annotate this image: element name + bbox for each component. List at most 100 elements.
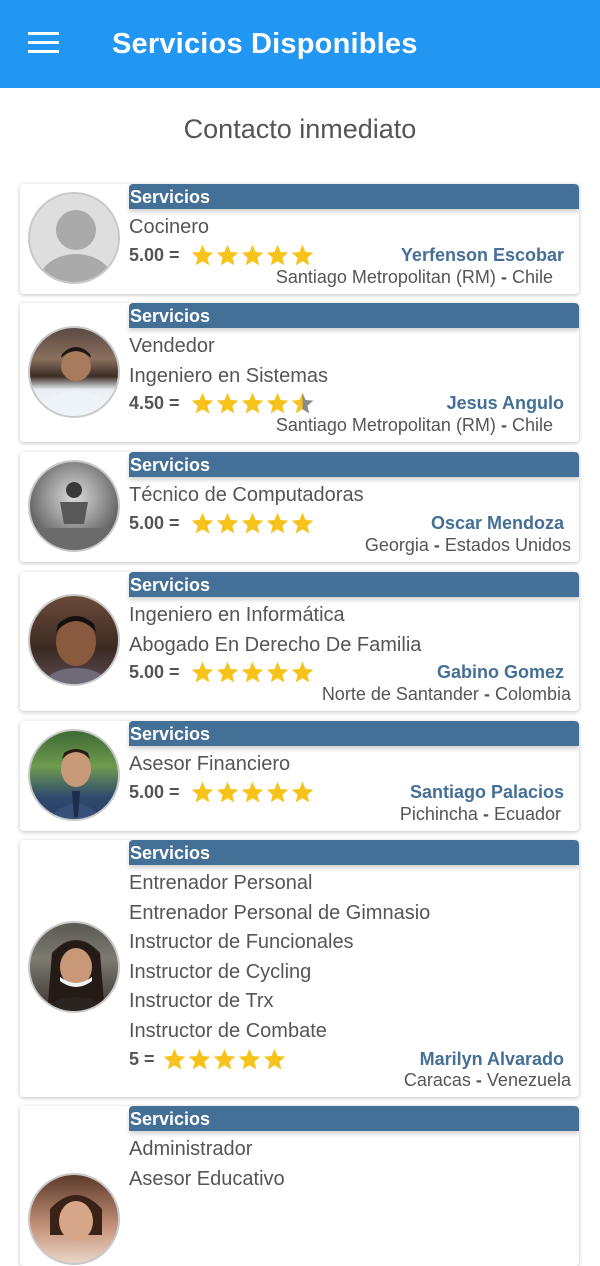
service-item: Instructor de Combate [129,1019,327,1042]
location-country: Chile [511,415,553,435]
provider-name[interactable]: Jesus Angulo [447,393,564,414]
star-icon [216,244,239,265]
provider-card[interactable]: Servicios Ingeniero en Informática Aboga… [20,572,579,711]
provider-avatar [28,326,120,418]
star-icon [191,392,214,414]
services-band: Servicios [129,572,579,597]
star-rating [190,243,315,268]
service-item: Instructor de Cycling [129,960,312,983]
star-icon [191,512,214,533]
location-region: Santiago Metropolitan (RM) [275,415,496,435]
star-icon [238,1048,261,1069]
location-separator: - [500,267,507,287]
provider-location: Georgia - Estados Unidos [365,535,571,556]
provider-location: Norte de Santander - Colombia [322,684,571,705]
provider-location: Pichincha - Ecuador [400,804,561,825]
app-bar-title: Servicios Disponibles [112,28,418,60]
star-icon [266,781,289,802]
provider-name[interactable]: Santiago Palacios [410,782,564,803]
service-item: Vendedor [129,335,215,357]
rating-score: 5.00 = [129,662,180,683]
star-icon [191,781,214,802]
star-icon [241,392,264,414]
star-icon [216,781,239,802]
provider-card[interactable]: Servicios Asesor Financiero 5.00 = Santi… [20,721,579,831]
provider-location: Caracas - Venezuela [404,1070,571,1091]
location-region: Georgia [364,535,429,555]
location-country: Chile [511,267,553,287]
star-icon [213,1048,236,1069]
avatar-placeholder [28,192,120,284]
service-item: Entrenador Personal de Gimnasio [129,901,431,924]
location-country: Venezuela [486,1070,571,1090]
service-item: Abogado En Derecho De Familia [129,633,422,656]
service-item: Cocinero [129,216,210,238]
service-item: Ingeniero en Sistemas [129,364,329,387]
services-band: Servicios [129,303,579,328]
provider-location: Santiago Metropolitan (RM) - Chile [276,415,553,436]
star-icon [188,1048,211,1069]
provider-avatar [28,460,120,552]
provider-avatar [28,921,120,1013]
star-icon [241,244,264,265]
location-country: Ecuador [493,804,561,824]
service-item: Técnico de Computadoras [129,484,364,506]
services-band: Servicios [129,840,579,865]
star-icon [291,392,314,414]
rating-score: 4.50 = [129,393,180,414]
star-icon [291,781,314,802]
service-item: Ingeniero en Informática [129,604,345,626]
service-item: Instructor de Trx [129,990,274,1013]
star-icon [163,1048,186,1069]
location-separator: - [433,535,440,555]
star-icon [291,661,314,683]
star-icon [266,392,289,414]
star-icon [241,512,264,533]
provider-name[interactable]: Oscar Mendoza [431,513,564,534]
location-separator: - [483,684,490,704]
location-region: Pichincha [399,804,478,824]
provider-name[interactable]: Gabino Gomez [437,662,564,683]
provider-card[interactable]: Servicios Vendedor Ingeniero en Sistemas… [20,303,579,442]
service-item: Instructor de Funcionales [129,931,354,954]
star-icon [216,392,239,414]
service-item: Asesor Educativo [129,1167,285,1190]
star-icon [191,244,214,265]
location-separator: - [500,415,507,435]
services-band: Servicios [129,1106,579,1131]
location-region: Caracas [403,1070,471,1090]
star-icon [263,1048,286,1069]
star-icon [266,244,289,265]
location-region: Santiago Metropolitan (RM) [275,267,496,287]
provider-card[interactable]: Servicios Administrador Asesor Educativo [20,1106,579,1266]
star-icon [266,512,289,533]
star-rating [190,391,315,416]
rating-score: 5.00 = [129,244,180,265]
provider-name[interactable]: Marilyn Alvarado [420,1049,564,1070]
rating-score: 5.00 = [129,781,180,802]
rating-score: 5 = [129,1048,155,1069]
provider-card[interactable]: Servicios Cocinero 5.00 = Yerfenson Esco… [20,184,579,294]
services-band: Servicios [129,184,579,209]
provider-location: Santiago Metropolitan (RM) - Chile [276,267,553,288]
provider-avatar [28,594,120,686]
provider-card[interactable]: Servicios Entrenador Personal Entrenador… [20,840,579,1097]
star-icon [291,512,314,533]
star-icon [216,512,239,533]
star-icon [191,661,214,683]
menu-icon[interactable] [28,32,60,54]
service-item: Entrenador Personal [129,872,313,894]
star-icon [291,244,314,265]
services-band: Servicios [129,452,579,477]
star-rating [190,511,315,536]
star-rating [190,780,315,805]
star-icon [266,661,289,683]
rating-score: 5.00 = [129,512,180,533]
provider-name[interactable]: Yerfenson Escobar [401,245,564,266]
section-title: Contacto inmediato [183,114,417,144]
location-separator: - [482,804,489,824]
star-icon [241,781,264,802]
provider-card[interactable]: Servicios Técnico de Computadoras 5.00 =… [20,452,579,562]
star-icon [241,661,264,683]
location-country: Colombia [494,684,571,704]
